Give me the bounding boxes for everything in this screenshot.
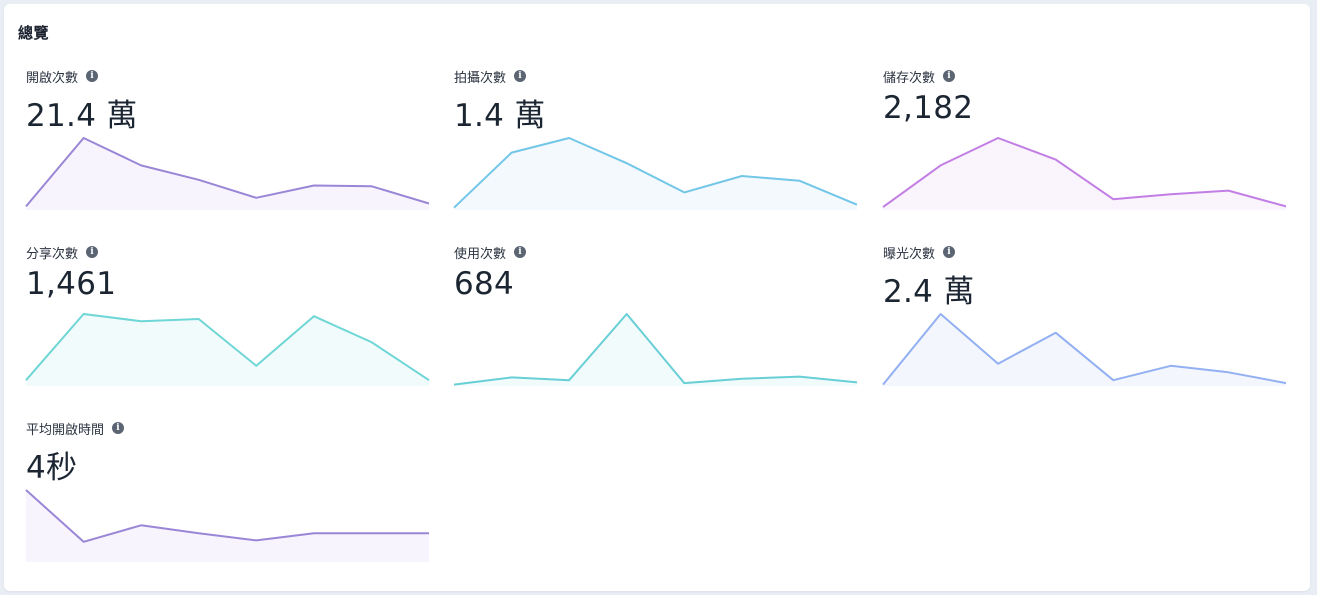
metric-card-opens: 開啟次數 i 21.4 萬 — [25, 68, 430, 228]
metric-card-uses: 使用次數 i 684 — [453, 244, 858, 404]
info-icon[interactable]: i — [86, 70, 99, 82]
sparkline-chart — [453, 313, 858, 386]
sparkline-area — [454, 138, 857, 210]
card-value: 684 — [454, 266, 515, 302]
card-header: 使用次數 i — [454, 244, 527, 262]
card-label: 開啟次數 — [26, 70, 79, 86]
panel-title: 總覽 — [18, 24, 50, 42]
card-header: 拍攝次數 i — [454, 68, 527, 86]
card-label: 拍攝次數 — [454, 70, 507, 86]
card-label: 分享次數 — [26, 246, 79, 262]
card-value: 4秒 — [26, 450, 78, 486]
sparkline-line — [25, 489, 429, 543]
metric-card-impressions: 曝光次數 i 2.4 萬 — [882, 244, 1287, 404]
card-value: 1,461 — [26, 266, 117, 302]
card-value: 2,182 — [883, 90, 974, 126]
metric-card-shots: 拍攝次數 i 1.4 萬 — [453, 68, 858, 228]
metric-card-avg-open-time: 平均開啟時間 i 4秒 — [25, 420, 429, 580]
card-label: 曝光次數 — [883, 246, 936, 262]
sparkline-chart — [25, 313, 430, 386]
info-icon[interactable]: i — [86, 246, 99, 258]
overview-panel: 總覽 開啟次數 i 21.4 萬 拍攝次數 i 1.4 萬 儲存次數 i 2,1… — [4, 4, 1310, 591]
sparkline-area — [26, 314, 429, 386]
info-icon[interactable]: i — [112, 422, 125, 434]
card-value: 21.4 萬 — [26, 98, 138, 134]
info-icon[interactable]: i — [514, 246, 527, 258]
sparkline-area — [883, 138, 1286, 210]
sparkline-chart — [25, 489, 429, 562]
sparkline-chart — [882, 313, 1287, 386]
card-label: 儲存次數 — [883, 70, 936, 86]
card-header: 分享次數 i — [26, 244, 99, 262]
info-icon[interactable]: i — [943, 246, 956, 258]
sparkline-chart — [882, 137, 1287, 210]
sparkline-area — [26, 138, 429, 210]
card-label: 平均開啟時間 — [26, 422, 105, 438]
card-header: 儲存次數 i — [883, 68, 956, 86]
metric-card-saves: 儲存次數 i 2,182 — [882, 68, 1287, 228]
card-header: 平均開啟時間 i — [26, 420, 125, 438]
sparkline-area — [883, 314, 1286, 386]
card-value: 1.4 萬 — [454, 98, 546, 134]
card-header: 開啟次數 i — [26, 68, 99, 86]
sparkline-area — [26, 490, 429, 562]
sparkline-chart — [453, 137, 858, 210]
card-header: 曝光次數 i — [883, 244, 956, 262]
card-label: 使用次數 — [454, 246, 507, 262]
info-icon[interactable]: i — [514, 70, 527, 82]
sparkline-chart — [25, 137, 430, 210]
card-value: 2.4 萬 — [883, 274, 975, 310]
info-icon[interactable]: i — [943, 70, 956, 82]
metric-card-shares: 分享次數 i 1,461 — [25, 244, 430, 404]
